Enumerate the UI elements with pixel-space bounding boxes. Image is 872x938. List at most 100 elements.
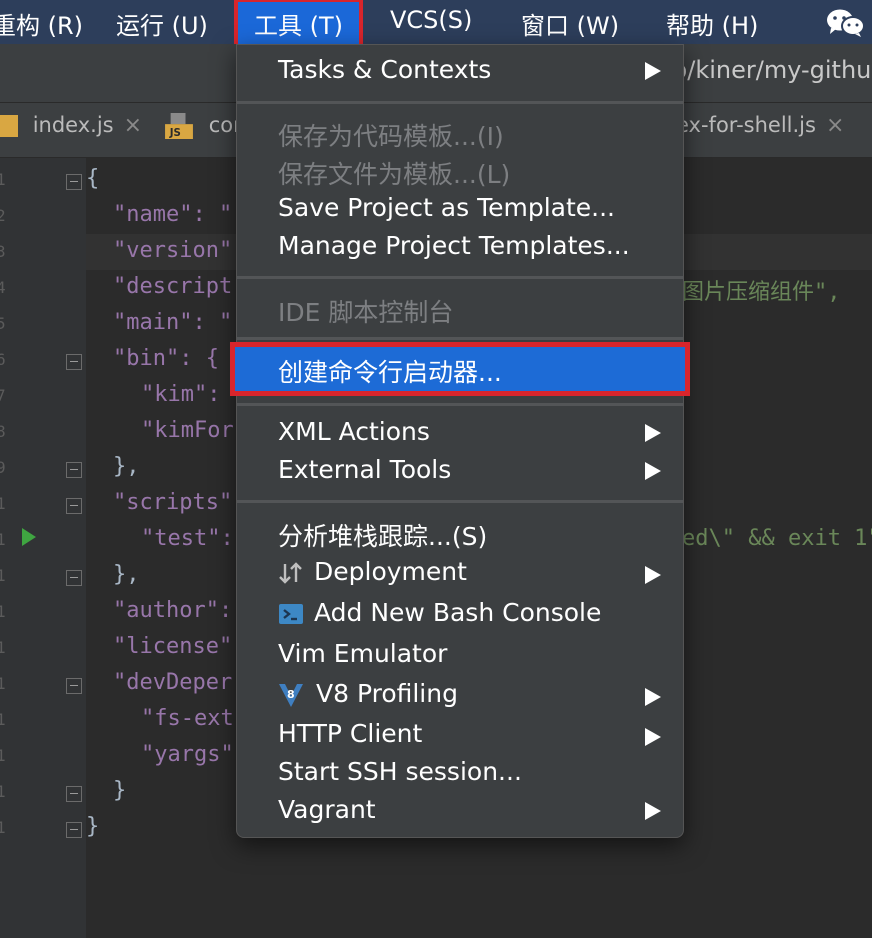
submenu-arrow-icon <box>645 688 661 706</box>
line-number: 1 <box>0 746 6 765</box>
tab-config[interactable]: JS con <box>164 113 246 149</box>
menu-item-xml-actions[interactable]: XML Actions <box>278 417 430 446</box>
line-number: 1 <box>0 674 6 693</box>
submenu-arrow-icon <box>645 424 661 442</box>
code-line: "kim": <box>141 382 221 407</box>
wechat-icon[interactable] <box>824 8 868 38</box>
menu-refactor[interactable]: 重构 (R) <box>0 6 83 41</box>
line-number: 1 <box>0 494 6 513</box>
svg-text:8: 8 <box>287 688 295 701</box>
project-path: p/kiner/my-githu <box>672 56 872 84</box>
menu-item-vim-emulator[interactable]: Vim Emulator <box>278 639 447 668</box>
fold-toggle-icon[interactable] <box>66 570 82 586</box>
menu-item-label: Add New Bash Console <box>314 598 602 627</box>
submenu-arrow-icon <box>645 462 661 480</box>
code-line: "license" <box>113 634 233 659</box>
code-line: } <box>113 778 127 803</box>
menu-item-ide-script-console: IDE 脚本控制台 <box>278 298 454 327</box>
line-number: 2 <box>0 206 6 225</box>
submenu-arrow-icon <box>645 802 661 820</box>
code-line-continued: ed\" && exit 1" <box>682 526 872 551</box>
menu-item-save-file-template: 保存文件为模板...(L) <box>278 160 511 189</box>
line-number: 3 <box>0 242 6 261</box>
tab-index-js[interactable]: index.js × <box>0 113 142 149</box>
svg-text:JS: JS <box>169 128 181 139</box>
code-line: "devDeper <box>113 670 233 695</box>
line-number: 1 <box>0 818 6 837</box>
menu-item-vagrant[interactable]: Vagrant <box>278 795 376 824</box>
menu-item-start-ssh-session[interactable]: Start SSH session... <box>278 757 522 786</box>
fold-toggle-icon[interactable] <box>66 822 82 838</box>
menu-item-save-code-template: 保存为代码模板...(I) <box>278 122 504 151</box>
menu-help[interactable]: 帮助 (H) <box>666 6 758 41</box>
menu-item-add-bash-console[interactable]: Add New Bash Console <box>278 598 601 627</box>
code-line: }, <box>113 562 140 587</box>
fold-toggle-icon[interactable] <box>66 354 82 370</box>
line-number: 7 <box>0 386 6 405</box>
menu-item-analyze-stack-trace[interactable]: 分析堆栈跟踪...(S) <box>278 517 487 553</box>
line-number: 1 <box>0 638 6 657</box>
line-number: 1 <box>0 710 6 729</box>
code-line-continued: 图片压缩组件", <box>682 280 841 305</box>
menu-item-http-client[interactable]: HTTP Client <box>278 719 422 748</box>
code-line: "fs-ext <box>141 706 234 731</box>
editor-gutter: 1 2 3 4 5 6 7 8 9 1 1 1 1 1 1 1 1 1 1 <box>0 158 86 938</box>
menu-item-external-tools[interactable]: External Tools <box>278 455 451 484</box>
menu-item-save-project-template[interactable]: Save Project as Template... <box>278 193 615 222</box>
menu-item-create-command-line-launcher[interactable]: 创建命令行启动器... <box>278 353 502 389</box>
code-line: "version" <box>113 238 233 263</box>
menu-item-manage-project-templates[interactable]: Manage Project Templates... <box>278 231 630 260</box>
fold-toggle-icon[interactable] <box>66 498 82 514</box>
fold-toggle-icon[interactable] <box>66 786 82 802</box>
menu-separator <box>237 101 683 104</box>
menu-item-v8-profiling[interactable]: 8 V8 Profiling <box>278 679 458 708</box>
line-number: 6 <box>0 350 6 369</box>
fold-toggle-icon[interactable] <box>66 174 82 190</box>
line-number: 4 <box>0 278 6 297</box>
code-line: { <box>86 166 100 191</box>
menu-tools[interactable]: 工具 (T) <box>233 0 364 49</box>
code-line: "name": " <box>113 202 233 227</box>
app-menubar: 重构 (R) 运行 (U) 工具 (T) VCS(S) 窗口 (W) 帮助 (H… <box>0 0 872 49</box>
fold-toggle-icon[interactable] <box>66 462 82 478</box>
terminal-icon <box>279 604 303 624</box>
v8-icon: 8 <box>279 684 303 707</box>
menu-item-tasks-contexts[interactable]: Tasks & Contexts <box>278 55 491 84</box>
submenu-arrow-icon <box>645 728 661 746</box>
code-line: }, <box>113 454 140 479</box>
tab-label: ex-for-shell.js <box>676 113 816 137</box>
menu-window[interactable]: 窗口 (W) <box>521 6 619 41</box>
line-number: 9 <box>0 458 6 477</box>
line-number: 1 <box>0 566 6 585</box>
tools-dropdown-menu: Tasks & Contexts 保存为代码模板...(I) 保存文件为模板..… <box>230 44 690 838</box>
menu-separator <box>237 403 683 406</box>
js-file-icon <box>0 115 18 137</box>
menu-separator <box>237 337 683 340</box>
code-line: "test": <box>141 526 234 551</box>
code-line: } <box>86 814 100 839</box>
menu-separator <box>237 500 683 503</box>
js-file-icon: JS <box>165 113 193 139</box>
menu-item-deployment[interactable]: Deployment <box>278 557 467 586</box>
code-line: "scripts" <box>113 490 233 515</box>
menu-vcs[interactable]: VCS(S) <box>390 6 472 34</box>
deployment-icon <box>279 562 302 584</box>
close-icon[interactable]: × <box>826 113 844 138</box>
run-script-icon[interactable] <box>22 528 36 546</box>
code-line: "main": " <box>113 310 233 335</box>
line-number: 1 <box>0 530 6 549</box>
code-line: "author": <box>113 598 233 623</box>
close-icon[interactable]: × <box>124 113 142 138</box>
menu-run[interactable]: 运行 (U) <box>116 6 208 41</box>
line-number: 8 <box>0 422 6 441</box>
fold-toggle-icon[interactable] <box>66 678 82 694</box>
line-number: 1 <box>0 602 6 621</box>
menu-item-label: Deployment <box>314 557 467 586</box>
menu-item-label: V8 Profiling <box>316 679 458 708</box>
line-number: 1 <box>0 782 6 801</box>
code-line: "descript <box>113 274 233 299</box>
tab-label: index.js <box>32 113 114 137</box>
tab-index-for-shell[interactable]: ex-for-shell.js × <box>676 113 844 149</box>
submenu-arrow-icon <box>645 566 661 584</box>
code-line: "bin": { <box>113 346 219 371</box>
